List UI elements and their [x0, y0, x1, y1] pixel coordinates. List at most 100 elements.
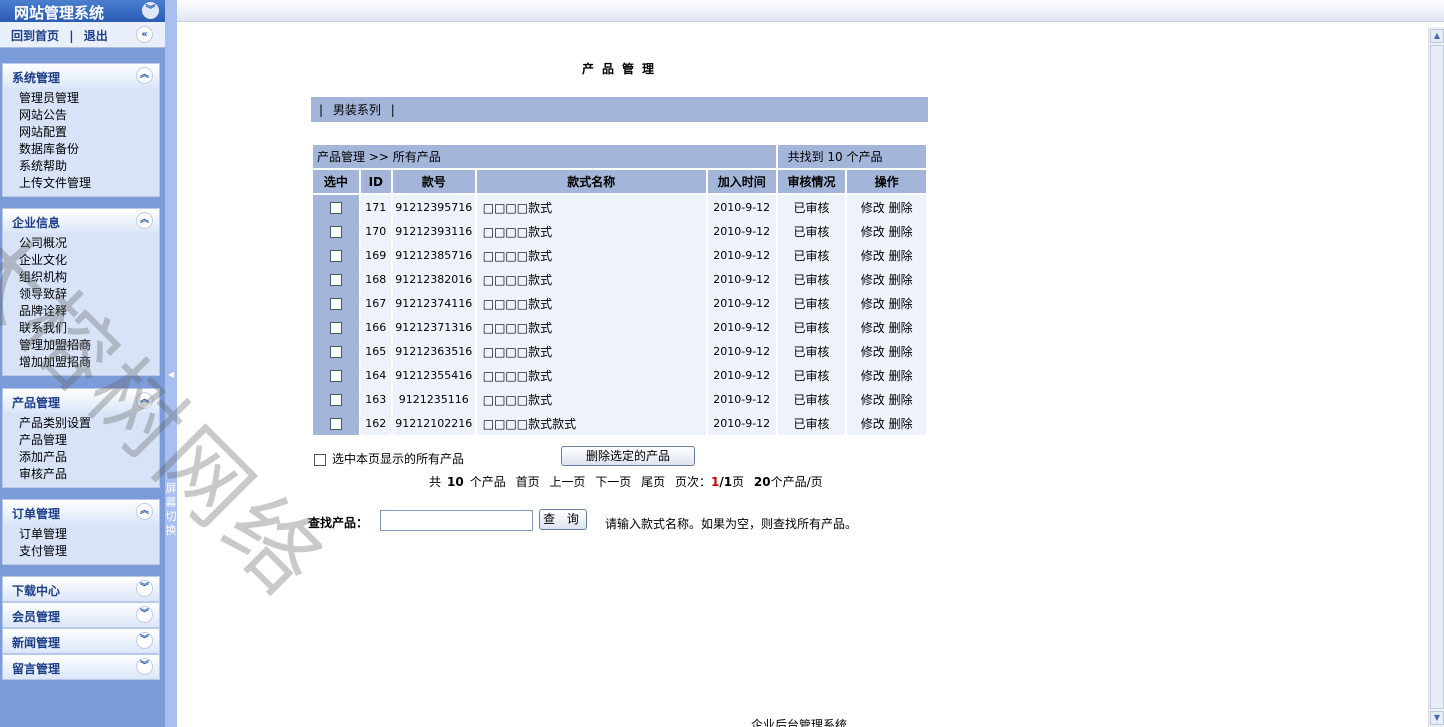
row-actions: 修改 删除	[847, 339, 926, 363]
group-header-system[interactable]: 系统管理 ︽	[3, 64, 159, 88]
edit-link[interactable]: 修改	[861, 393, 885, 407]
sidebar-item-admins[interactable]: 管理员管理	[3, 90, 159, 107]
row-checkbox[interactable]	[329, 321, 342, 334]
edit-link[interactable]: 修改	[861, 345, 885, 359]
pager-total-pages: 1	[723, 475, 733, 489]
delete-link[interactable]: 删除	[889, 345, 913, 359]
group-header-downloads[interactable]: 下载中心 ︾	[3, 577, 159, 601]
select-all[interactable]: 选中本页显示的所有产品	[314, 450, 464, 467]
row-checkbox[interactable]	[329, 369, 342, 382]
pager-last[interactable]: 尾页	[641, 475, 665, 489]
row-checkbox[interactable]	[329, 225, 342, 238]
sidebar-item-leader-speech[interactable]: 领导致辞	[3, 286, 159, 303]
row-actions: 修改 删除	[847, 195, 926, 219]
pager-per-page-suffix: 个产品/页	[770, 475, 823, 489]
logout-link[interactable]: 退出	[84, 29, 108, 43]
delete-link[interactable]: 删除	[889, 201, 913, 215]
group-header-members[interactable]: 会员管理 ︾	[3, 603, 159, 627]
chevron-down-icon[interactable]: ︾	[136, 658, 153, 675]
row-id: 168	[360, 267, 391, 291]
sidebar-item-db-backup[interactable]: 数据库备份	[3, 141, 159, 158]
sidebar-item-review-products[interactable]: 审核产品	[3, 466, 159, 483]
edit-link[interactable]: 修改	[861, 321, 885, 335]
sidebar-item-uploads[interactable]: 上传文件管理	[3, 175, 159, 192]
vertical-scrollbar[interactable]: ▲ ▼	[1428, 27, 1444, 727]
group-header-orders[interactable]: 订单管理 ︽	[3, 500, 159, 524]
sidebar-item-help[interactable]: 系统帮助	[3, 158, 159, 175]
delete-link[interactable]: 删除	[889, 225, 913, 239]
row-checkbox[interactable]	[329, 249, 342, 262]
category-link-menswear[interactable]: 男装系列	[333, 103, 381, 117]
edit-link[interactable]: 修改	[861, 297, 885, 311]
sidebar-item-category-settings[interactable]: 产品类别设置	[3, 415, 159, 432]
sidebar-item-culture[interactable]: 企业文化	[3, 252, 159, 269]
sidebar-item-product-management[interactable]: 产品管理	[3, 432, 159, 449]
collapse-left-icon[interactable]: ◀	[168, 370, 174, 379]
sidebar-item-site-config[interactable]: 网站配置	[3, 124, 159, 141]
pager-prev[interactable]: 上一页	[549, 475, 585, 489]
collapse-all-icon[interactable]: ︾	[142, 2, 159, 19]
row-checkbox[interactable]	[329, 393, 342, 406]
group-header-products[interactable]: 产品管理 ︽	[3, 389, 159, 413]
sidebar-item-brand[interactable]: 品牌诠释	[3, 303, 159, 320]
delete-link[interactable]: 删除	[889, 273, 913, 287]
home-link[interactable]: 回到首页	[11, 29, 59, 43]
edit-link[interactable]: 修改	[861, 201, 885, 215]
pager-first[interactable]: 首页	[516, 475, 540, 489]
delete-selected-button[interactable]: 删除选定的产品	[561, 446, 695, 466]
sidebar-item-orders[interactable]: 订单管理	[3, 526, 159, 543]
scroll-down-icon[interactable]: ▼	[1430, 711, 1444, 725]
chevron-up-icon[interactable]: ︽	[136, 67, 153, 84]
pager-page-label: 页次：	[674, 475, 711, 489]
scroll-up-icon[interactable]: ▲	[1430, 29, 1444, 43]
delete-link[interactable]: 删除	[889, 417, 913, 431]
pager-next[interactable]: 下一页	[595, 475, 631, 489]
select-all-checkbox[interactable]	[314, 453, 326, 466]
row-status: 已审核	[777, 219, 846, 243]
delete-link[interactable]: 删除	[889, 249, 913, 263]
chevron-down-icon[interactable]: ︾	[136, 632, 153, 649]
chevron-down-icon[interactable]: ︾	[136, 606, 153, 623]
chevron-up-icon[interactable]: ︽	[136, 392, 153, 409]
group-header-news[interactable]: 新闻管理 ︾	[3, 629, 159, 653]
row-date: 2010-9-12	[707, 267, 776, 291]
edit-link[interactable]: 修改	[861, 249, 885, 263]
row-id: 163	[360, 387, 391, 411]
edit-link[interactable]: 修改	[861, 273, 885, 287]
sidebar-item-overview[interactable]: 公司概况	[3, 235, 159, 252]
sidebar-item-contact[interactable]: 联系我们	[3, 320, 159, 337]
delete-link[interactable]: 删除	[889, 297, 913, 311]
delete-link[interactable]: 删除	[889, 369, 913, 383]
column-header: 操作	[847, 170, 926, 195]
scroll-thumb[interactable]	[1430, 45, 1444, 709]
row-date: 2010-9-12	[707, 339, 776, 363]
chevron-up-icon[interactable]: ︽	[136, 212, 153, 229]
hide-sidebar-icon[interactable]: «	[136, 26, 153, 43]
edit-link[interactable]: 修改	[861, 417, 885, 431]
chevron-down-icon[interactable]: ︾	[136, 580, 153, 597]
search-button[interactable]: 查 询	[539, 509, 587, 530]
group-header-company[interactable]: 企业信息 ︽	[3, 209, 159, 233]
sidebar-item-add-franchise[interactable]: 增加加盟招商	[3, 354, 159, 371]
sidebar-item-manage-franchise[interactable]: 管理加盟招商	[3, 337, 159, 354]
main-content: 产品管理 | 男装系列 | 产品管理 >> 所有产品 共找到 10 个产品 选中…	[177, 22, 1427, 727]
sidebar-item-organization[interactable]: 组织机构	[3, 269, 159, 286]
row-checkbox[interactable]	[329, 201, 342, 214]
row-checkbox[interactable]	[329, 273, 342, 286]
sidebar-item-add-product[interactable]: 添加产品	[3, 449, 159, 466]
search-input[interactable]	[380, 510, 533, 531]
row-checkbox[interactable]	[329, 345, 342, 358]
chevron-up-icon[interactable]: ︽	[136, 503, 153, 520]
sidebar-item-announcement[interactable]: 网站公告	[3, 107, 159, 124]
screen-switch-toggle[interactable]: 屏幕切换	[165, 482, 177, 538]
delete-link[interactable]: 删除	[889, 321, 913, 335]
edit-link[interactable]: 修改	[861, 225, 885, 239]
row-actions: 修改 删除	[847, 291, 926, 315]
sidebar-item-payments[interactable]: 支付管理	[3, 543, 159, 560]
delete-link[interactable]: 删除	[889, 393, 913, 407]
sidebar-splitter[interactable]: ◀	[165, 0, 177, 727]
group-header-messages[interactable]: 留言管理 ︾	[3, 655, 159, 679]
edit-link[interactable]: 修改	[861, 369, 885, 383]
row-checkbox[interactable]	[329, 417, 342, 430]
row-checkbox[interactable]	[329, 297, 342, 310]
